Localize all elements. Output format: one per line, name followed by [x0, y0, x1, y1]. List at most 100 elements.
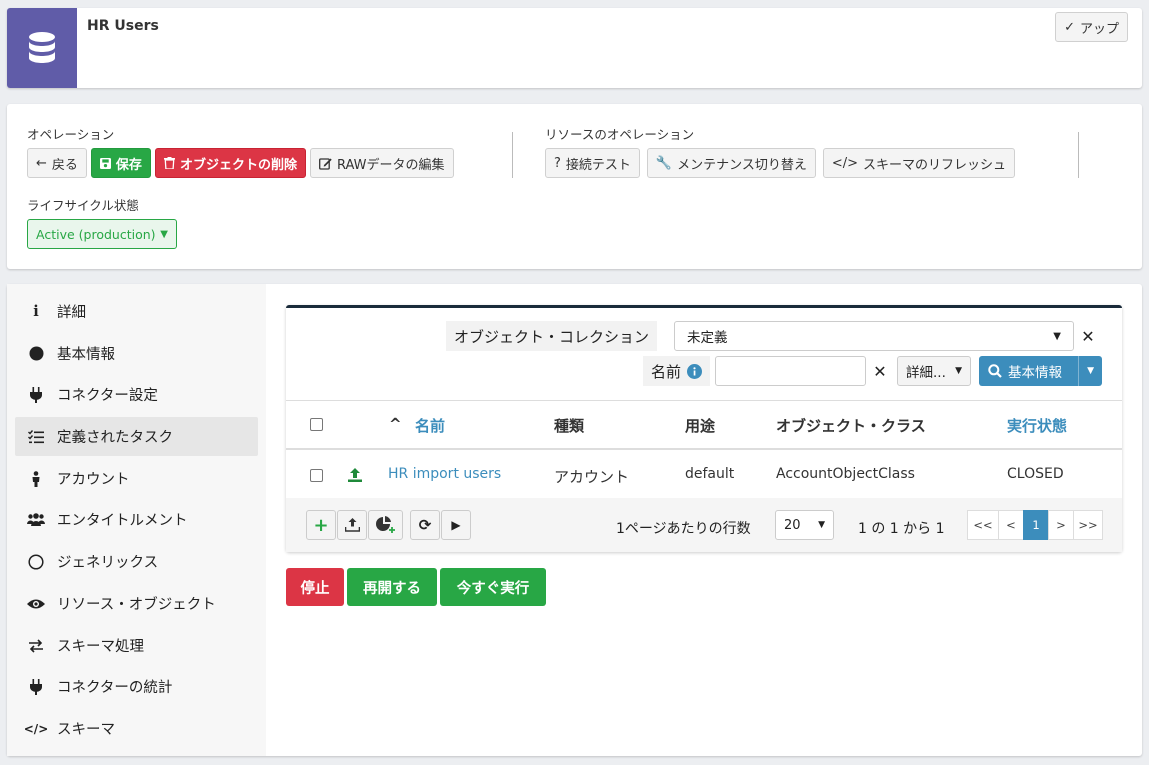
main-content: i 詳細 基本情報 コネクター設定 定義されたタスク アカウント エンタイトルメ… [7, 284, 1142, 756]
refresh-schema-label: スキーマのリフレッシュ [863, 157, 1007, 173]
first-page-button[interactable]: << [967, 510, 999, 540]
resume-button[interactable]: 再開する [347, 568, 437, 606]
name-filter-input[interactable] [715, 356, 866, 386]
delete-object-button[interactable]: オブジェクトの削除 [154, 148, 306, 178]
column-header-execution-status[interactable]: 実行状態 [1007, 415, 1067, 436]
check-icon: ✓ [1064, 19, 1075, 35]
basic-search-label: 基本情報 [1008, 365, 1062, 381]
back-button[interactable]: ← 戻る [27, 148, 87, 178]
sidebar-item-defined-tasks[interactable]: 定義されたタスク [15, 417, 258, 456]
task-execution-status: CLOSED [1007, 466, 1064, 482]
question-icon: ? [554, 155, 561, 171]
run-now-button[interactable]: 今すぐ実行 [440, 568, 546, 606]
exchange-icon [27, 638, 45, 653]
up-button[interactable]: ✓ アップ [1055, 12, 1128, 42]
plus-icon: + [313, 514, 329, 536]
rows-per-page-select[interactable]: 20 ▼ [775, 510, 834, 540]
play-icon: ▶ [451, 518, 461, 532]
arrow-left-icon: ← [36, 155, 47, 171]
prev-page-button[interactable]: < [998, 510, 1024, 540]
task-intent: default [685, 466, 735, 482]
page-title: HR Users [87, 18, 159, 34]
refresh-schema-button[interactable]: </> スキーマのリフレッシュ [822, 148, 1016, 178]
sort-asc-icon[interactable]: ^ [389, 415, 402, 433]
rows-per-page-value: 20 [784, 517, 801, 533]
sidebar-item-label: コネクター設定 [57, 388, 158, 404]
clear-collection-button[interactable]: ✕ [1077, 321, 1099, 351]
sidebar-item-connector-config[interactable]: コネクター設定 [15, 375, 258, 414]
sidebar-item-label: スキーマ [57, 722, 115, 738]
rows-per-page-label: 1ページあたりの行数 [616, 521, 751, 537]
database-icon [7, 8, 77, 88]
upload-tray-icon [344, 518, 360, 532]
column-header-name[interactable]: 名前 [415, 415, 445, 436]
object-collection-label: オブジェクト・コレクション [446, 321, 658, 351]
edit-icon [319, 157, 332, 170]
resource-operations-label: リソースのオペレーション [545, 127, 695, 142]
operations-label: オペレーション [27, 127, 115, 142]
caret-down-icon[interactable]: ▼ [1078, 356, 1102, 386]
refresh-button[interactable]: ⟳ [410, 510, 440, 540]
close-icon: ✕ [1081, 326, 1095, 346]
toggle-maintenance-label: メンテナンス切り替え [677, 157, 807, 173]
circle-icon [27, 346, 45, 361]
close-icon: ✕ [873, 361, 887, 381]
save-button[interactable]: 保存 [90, 148, 151, 178]
run-button[interactable]: ▶ [441, 510, 471, 540]
eye-icon [27, 598, 45, 610]
up-button-label: アップ [1079, 21, 1119, 37]
row-checkbox[interactable] [310, 469, 323, 482]
statistics-button[interactable] [368, 510, 403, 540]
code-icon: </> [23, 721, 49, 736]
test-connection-button[interactable]: ? 接続テスト [545, 148, 640, 178]
save-button-label: 保存 [115, 157, 142, 173]
edit-raw-label: RAWデータの編集 [336, 157, 445, 173]
sidebar-item-connector-stats[interactable]: コネクターの統計 [15, 667, 258, 706]
edit-raw-button[interactable]: RAWデータの編集 [309, 148, 454, 178]
basic-search-button[interactable]: 基本情報 ▼ [979, 356, 1102, 386]
add-task-button[interactable]: + [306, 510, 336, 540]
more-filters-dropdown[interactable]: 詳細... ▼ [897, 356, 971, 386]
clear-name-button[interactable]: ✕ [869, 356, 891, 386]
sidebar-item-label: アカウント [57, 472, 130, 488]
lifecycle-value: Active (production) [36, 226, 156, 242]
plug-icon [27, 678, 45, 695]
upload-icon [348, 468, 362, 482]
divider [1078, 132, 1079, 178]
chart-pie-add-icon [375, 516, 395, 533]
column-header-intent: 用途 [685, 417, 716, 435]
info-circle-icon[interactable] [687, 363, 703, 379]
next-page-button[interactable]: > [1048, 510, 1074, 540]
select-all-checkbox[interactable] [310, 418, 323, 431]
sidebar-item-label: コネクターの統計 [57, 680, 173, 696]
circle-outline-icon [27, 553, 45, 570]
sidebar-item-label: エンタイトルメント [57, 513, 188, 529]
toggle-maintenance-button[interactable]: 🔧 メンテナンス切り替え [646, 148, 816, 178]
save-icon [99, 157, 111, 169]
sidebar-item-schema[interactable]: </> スキーマ [15, 709, 258, 748]
search-icon [988, 364, 1002, 378]
sidebar-item-schema-handling[interactable]: スキーマ処理 [15, 626, 258, 665]
stop-button[interactable]: 停止 [286, 568, 344, 606]
sidebar-item-resource-objects[interactable]: リソース・オブジェクト [15, 584, 258, 623]
table-footer: + ⟳ ▶ 1ページあたりの行数 20 ▼ 1 の 1 から 1 << < 1 … [286, 498, 1122, 552]
sidebar-item-accounts[interactable]: アカウント [15, 459, 258, 498]
sidebar-item-entitlements[interactable]: エンタイトルメント [15, 500, 258, 539]
sidebar: i 詳細 基本情報 コネクター設定 定義されたタスク アカウント エンタイトルメ… [7, 284, 266, 756]
page-1-button[interactable]: 1 [1023, 510, 1049, 540]
column-header-object-class: オブジェクト・クラス [776, 417, 926, 435]
info-icon: i [33, 303, 39, 320]
task-name-link[interactable]: HR import users [388, 466, 501, 482]
sidebar-item-generics[interactable]: ジェネリックス [15, 542, 258, 581]
last-page-button[interactable]: >> [1073, 510, 1103, 540]
sidebar-item-basic[interactable]: 基本情報 [15, 334, 258, 373]
object-collection-select[interactable]: 未定義 ▼ [674, 321, 1074, 351]
lifecycle-select[interactable]: Active (production) ▼ [27, 219, 177, 249]
import-button[interactable] [337, 510, 367, 540]
pagination: << < 1 > >> [967, 510, 1103, 540]
code-icon: </> [831, 155, 859, 171]
sidebar-item-label: リソース・オブジェクト [57, 597, 216, 613]
task-object-class: AccountObjectClass [776, 466, 915, 482]
task-kind: アカウント [554, 468, 630, 486]
sidebar-item-details[interactable]: i 詳細 [15, 292, 258, 331]
